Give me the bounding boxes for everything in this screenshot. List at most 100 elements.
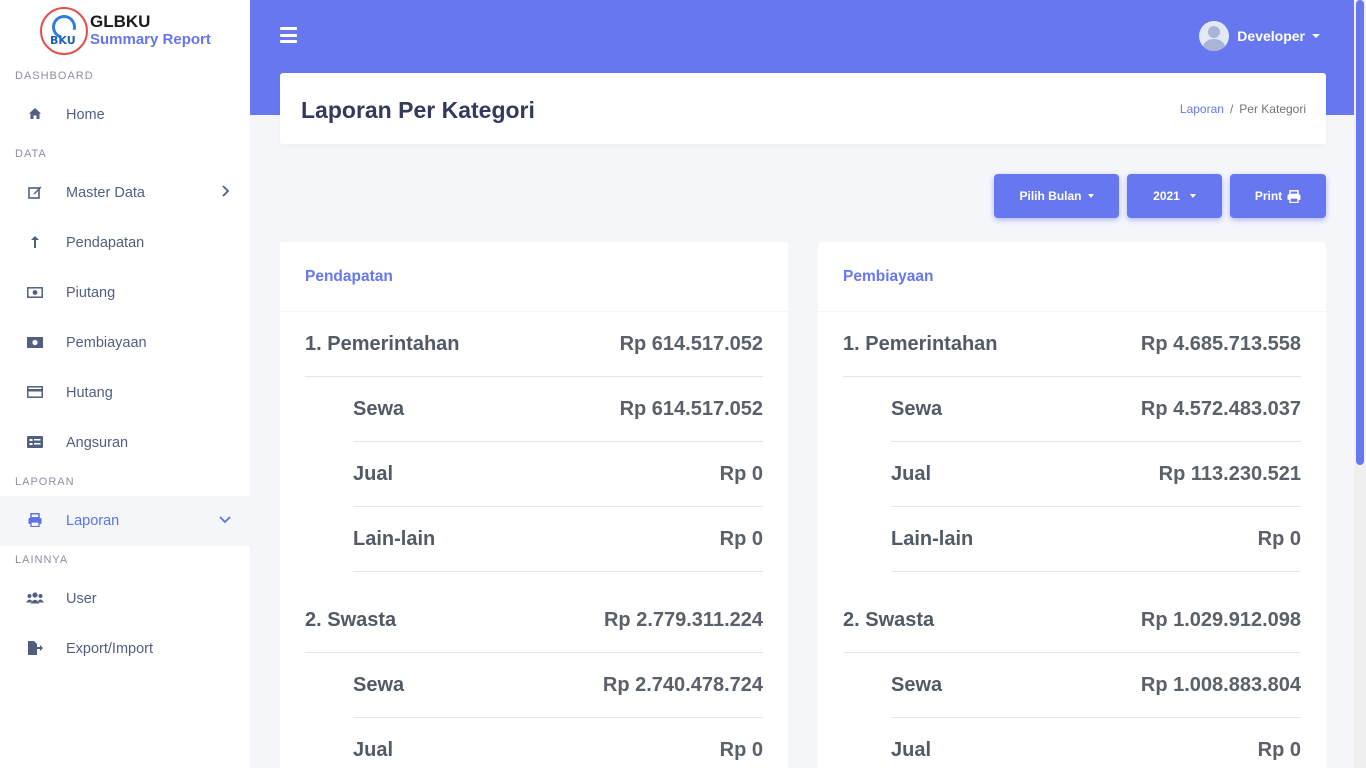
sidebar-item-label: Master Data <box>66 185 145 201</box>
row-amount: Rp 614.517.052 <box>619 332 763 355</box>
sidebar-item-master-data[interactable]: Master Data <box>0 168 250 218</box>
row-amount: Rp 614.517.052 <box>619 397 763 420</box>
avatar <box>1199 21 1230 51</box>
hamburger-menu-icon[interactable] <box>280 27 297 43</box>
scrollbar[interactable] <box>1354 0 1366 768</box>
subcategory-row: Lain-lain Rp 0 <box>891 507 1301 572</box>
subcategory-row: Sewa Rp 1.008.883.804 <box>891 653 1301 718</box>
subcategory-row: Jual Rp 0 <box>353 718 763 768</box>
print-icon <box>26 512 44 530</box>
category-row: 2. Swasta Rp 2.779.311.224 <box>305 588 763 653</box>
sidebar-item-angsuran[interactable]: Angsuran <box>0 418 250 468</box>
brand[interactable]: BKU GLBKU Summary Report <box>0 0 250 62</box>
month-dropdown-button[interactable]: Pilih Bulan <box>994 174 1119 218</box>
row-amount: Rp 0 <box>719 462 763 485</box>
nav-heading-data: DATA <box>15 148 47 160</box>
brand-logo-text: BKU <box>50 34 76 47</box>
row-amount: Rp 113.230.521 <box>1158 462 1301 485</box>
row-amount: Rp 0 <box>1257 738 1301 761</box>
sidebar-item-export-import[interactable]: Export/Import <box>0 624 250 674</box>
row-amount: Rp 0 <box>1257 527 1301 550</box>
pembiayaan-card: Pembiayaan 1. Pemerintahan Rp 4.685.713.5… <box>818 242 1326 768</box>
breadcrumb-current: Per Kategori <box>1239 102 1306 116</box>
caret-down-icon <box>1087 194 1094 198</box>
sidebar-item-pembiayaan[interactable]: Pembiayaan <box>0 318 250 368</box>
row-amount: Rp 1.008.883.804 <box>1140 673 1301 696</box>
row-label: Sewa <box>353 397 405 420</box>
sidebar-item-laporan[interactable]: Laporan <box>0 496 250 546</box>
print-icon <box>1287 189 1301 203</box>
print-button-label: Print <box>1254 189 1283 203</box>
row-label: Jual <box>353 462 394 485</box>
sidebar-item-label: Export/Import <box>66 641 154 657</box>
caret-down-icon <box>1312 34 1320 38</box>
arrow-up-icon <box>26 235 44 252</box>
sidebar-item-home[interactable]: Home <box>0 90 250 140</box>
row-label: Jual <box>891 738 932 761</box>
print-button[interactable]: Print <box>1230 174 1326 218</box>
page-header: Laporan Per Kategori Laporan / Per Kategor… <box>280 73 1326 144</box>
row-amount: Rp 2.740.478.724 <box>602 673 763 696</box>
chevron-right-icon <box>218 184 232 198</box>
category-row: 2. Swasta Rp 1.029.912.098 <box>843 588 1301 653</box>
user-menu[interactable]: Developer <box>1199 21 1320 51</box>
row-amount: Rp 4.685.713.558 <box>1140 332 1301 355</box>
subcategory-row: Sewa Rp 2.740.478.724 <box>353 653 763 718</box>
year-dropdown-label: 2021 <box>1153 189 1180 203</box>
sidebar-item-user[interactable]: User <box>0 574 250 624</box>
edit-icon <box>26 185 44 202</box>
subcategory-row: Jual Rp 0 <box>353 442 763 507</box>
breadcrumb: Laporan / Per Kategori <box>1179 102 1306 116</box>
sidebar-item-label: Pendapatan <box>66 235 145 251</box>
row-amount: Rp 1.029.912.098 <box>1140 608 1301 631</box>
row-label: 2. Swasta <box>843 608 935 631</box>
users-icon <box>26 591 44 607</box>
sidebar-item-label: Piutang <box>66 285 116 301</box>
money-bill-icon <box>26 285 44 301</box>
subcategory-row: Sewa Rp 4.572.483.037 <box>891 377 1301 442</box>
scrollbar-thumb[interactable] <box>1356 0 1364 465</box>
row-amount: Rp 4.572.483.037 <box>1140 397 1301 420</box>
sidebar-item-label: Hutang <box>66 385 113 401</box>
row-label: Sewa <box>891 397 943 420</box>
chevron-down-icon <box>218 512 232 526</box>
sidebar-item-piutang[interactable]: Piutang <box>0 268 250 318</box>
nav-heading-lainnya: LAINNYA <box>15 554 69 566</box>
nav-heading-dashboard: DASHBOARD <box>15 70 94 82</box>
month-dropdown-label: Pilih Bulan <box>1019 189 1082 203</box>
sidebar-item-label: User <box>66 591 97 607</box>
page-title: Laporan Per Kategori <box>301 97 535 123</box>
year-dropdown-button[interactable]: 2021 <box>1127 174 1222 218</box>
sidebar-item-hutang[interactable]: Hutang <box>0 368 250 418</box>
sidebar: BKU GLBKU Summary Report DASHBOARD Home … <box>0 0 250 768</box>
pendapatan-card: Pendapatan 1. Pemerintahan Rp 614.517.052… <box>280 242 788 768</box>
id-card-icon <box>26 435 44 451</box>
breadcrumb-link-laporan[interactable]: Laporan <box>1180 102 1224 116</box>
brand-name: GLBKU <box>90 12 151 31</box>
nav-heading-laporan: LAPORAN <box>15 476 75 488</box>
row-amount: Rp 0 <box>719 527 763 550</box>
row-label: 1. Pemerintahan <box>843 332 998 355</box>
sidebar-item-label: Home <box>66 107 105 123</box>
sidebar-item-label: Angsuran <box>66 435 129 451</box>
category-row: 1. Pemerintahan Rp 614.517.052 <box>305 312 763 377</box>
subcategory-row: Lain-lain Rp 0 <box>353 507 763 572</box>
sidebar-item-label: Laporan <box>66 513 120 529</box>
card-title: Pembiayaan <box>818 242 1326 312</box>
sidebar-item-pendapatan[interactable]: Pendapatan <box>0 218 250 268</box>
row-label: 1. Pemerintahan <box>305 332 460 355</box>
row-label: Lain-lain <box>353 527 436 550</box>
row-label: Lain-lain <box>891 527 974 550</box>
row-label: Jual <box>891 462 932 485</box>
credit-card-icon <box>26 385 44 401</box>
sidebar-item-label: Pembiayaan <box>66 335 147 351</box>
subcategory-row: Jual Rp 0 <box>891 718 1301 768</box>
brand-logo: BKU <box>40 7 88 55</box>
caret-down-icon <box>1189 194 1196 198</box>
subcategory-row: Jual Rp 113.230.521 <box>891 442 1301 507</box>
category-row: 1. Pemerintahan Rp 4.685.713.558 <box>843 312 1301 377</box>
home-icon <box>26 107 44 123</box>
row-amount: Rp 0 <box>719 738 763 761</box>
brand-subtitle: Summary Report <box>90 31 211 48</box>
row-label: 2. Swasta <box>305 608 397 631</box>
